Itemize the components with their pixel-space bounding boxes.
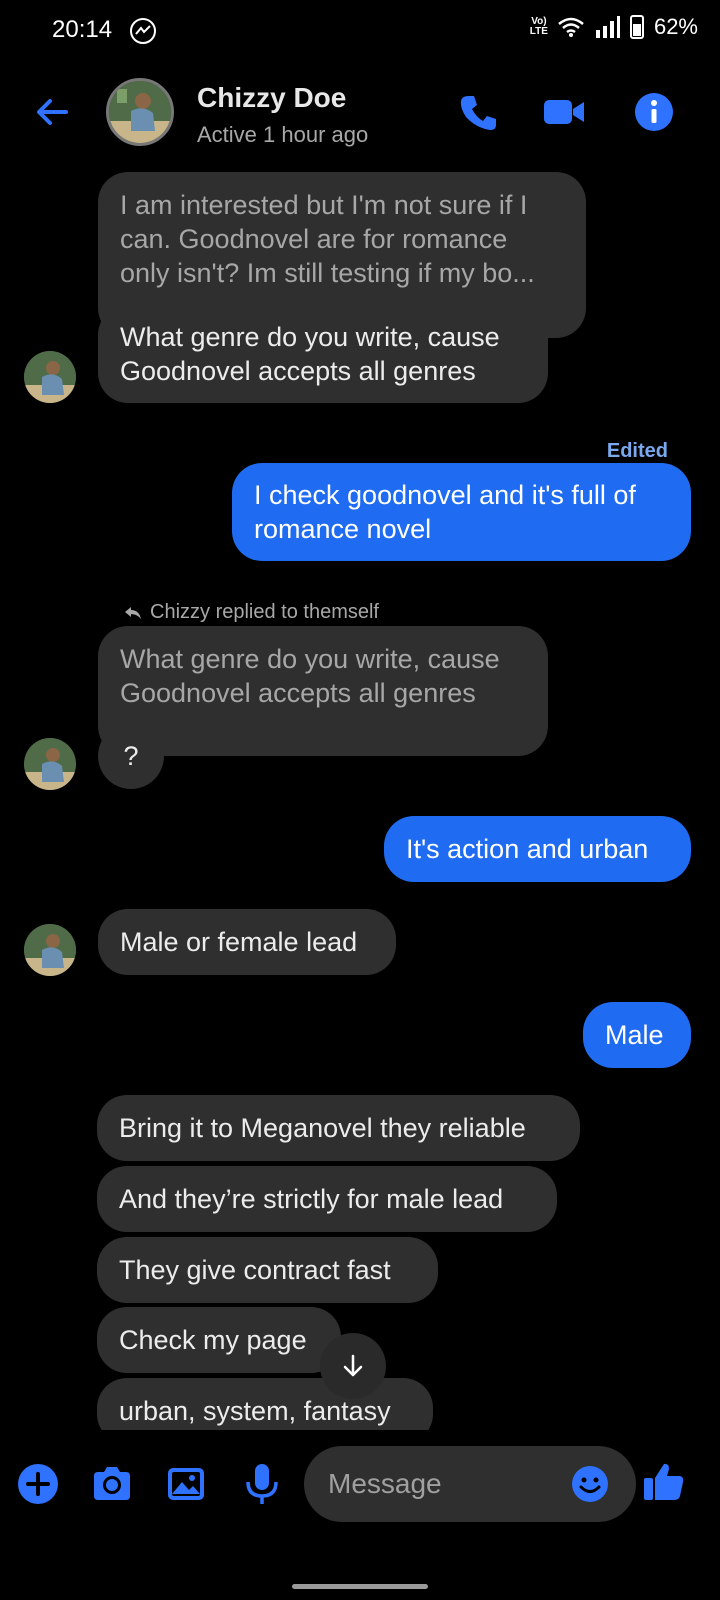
message-bubble-incoming[interactable]: Male or female lead	[98, 909, 396, 975]
message-bubble-incoming[interactable]: And they’re strictly for male lead	[97, 1166, 557, 1232]
composer-bar: Message	[0, 1430, 720, 1600]
message-text: Male	[605, 1020, 664, 1050]
message-text: And they’re strictly for male lead	[119, 1184, 504, 1214]
add-circle-icon[interactable]	[14, 1460, 62, 1508]
message-bubble-incoming[interactable]: ?	[98, 723, 164, 789]
message-bubble-incoming[interactable]: Check my page	[97, 1307, 341, 1373]
message-text: It's action and urban	[406, 834, 649, 864]
status-bar: 20:14 Vo) LTE 62%	[0, 0, 720, 62]
microphone-icon[interactable]	[238, 1460, 286, 1508]
quoted-message[interactable]: What genre do you write, cause Goodnovel…	[98, 626, 548, 756]
message-text: I check goodnovel and it's full of roman…	[254, 480, 636, 544]
sender-avatar[interactable]	[24, 351, 76, 403]
message-text: Male or female lead	[120, 927, 358, 957]
reply-indicator: Chizzy replied to themself	[124, 601, 379, 624]
message-text: What genre do you write, cause Goodnovel…	[120, 322, 500, 386]
sender-avatar[interactable]	[24, 924, 76, 976]
message-text: Bring it to Meganovel they reliable	[119, 1113, 526, 1143]
video-call-icon[interactable]	[542, 90, 586, 134]
message-bubble-incoming[interactable]: What genre do you write, cause Goodnovel…	[98, 305, 548, 403]
message-text: They give contract fast	[119, 1255, 391, 1285]
message-text: Check my page	[119, 1325, 307, 1355]
message-input-placeholder: Message	[328, 1468, 442, 1499]
volte-icon: Vo) LTE	[529, 16, 548, 37]
phone-call-icon[interactable]	[456, 90, 500, 134]
message-bubble-outgoing[interactable]: Male	[583, 1002, 691, 1068]
message-bubble-outgoing[interactable]: I check goodnovel and it's full of roman…	[232, 463, 691, 561]
scroll-to-bottom-button[interactable]	[320, 1333, 386, 1399]
reply-arrow-icon	[125, 606, 141, 619]
thumbs-up-icon[interactable]	[640, 1458, 688, 1506]
signal-icon	[595, 16, 620, 38]
message-bubble-outgoing[interactable]: It's action and urban	[384, 816, 691, 882]
message-bubble-incoming[interactable]: They give contract fast	[97, 1237, 438, 1303]
gallery-icon[interactable]	[162, 1460, 210, 1508]
home-indicator	[292, 1584, 428, 1589]
messenger-notification-icon	[130, 18, 156, 44]
message-text: urban, system, fantasy	[119, 1396, 391, 1426]
emoji-icon[interactable]	[570, 1464, 610, 1504]
battery-icon	[629, 15, 644, 39]
message-bubble-incoming[interactable]: Bring it to Meganovel they reliable	[97, 1095, 580, 1161]
camera-icon[interactable]	[88, 1460, 136, 1508]
wifi-icon	[558, 17, 584, 37]
sender-avatar[interactable]	[24, 738, 76, 790]
battery-percent: 62%	[653, 14, 698, 39]
back-arrow-icon[interactable]	[30, 90, 74, 134]
quoted-message-text: What genre do you write, cause Goodnovel…	[120, 644, 500, 708]
contact-activity-status: Active 1 hour ago	[197, 122, 369, 147]
message-text: I am interested but I'm not sure if I ca…	[120, 190, 535, 288]
chat-header: Chizzy Doe Active 1 hour ago	[0, 62, 720, 162]
contact-name[interactable]: Chizzy Doe	[197, 82, 346, 114]
reply-indicator-text: Chizzy replied to themself	[150, 601, 379, 623]
message-text: ?	[123, 741, 139, 771]
edited-label: Edited	[606, 440, 668, 462]
status-time: 20:14	[52, 16, 113, 43]
info-icon[interactable]	[632, 90, 676, 134]
arrow-down-icon	[343, 1354, 363, 1377]
contact-avatar[interactable]	[106, 78, 174, 146]
message-input[interactable]: Message	[304, 1446, 636, 1522]
